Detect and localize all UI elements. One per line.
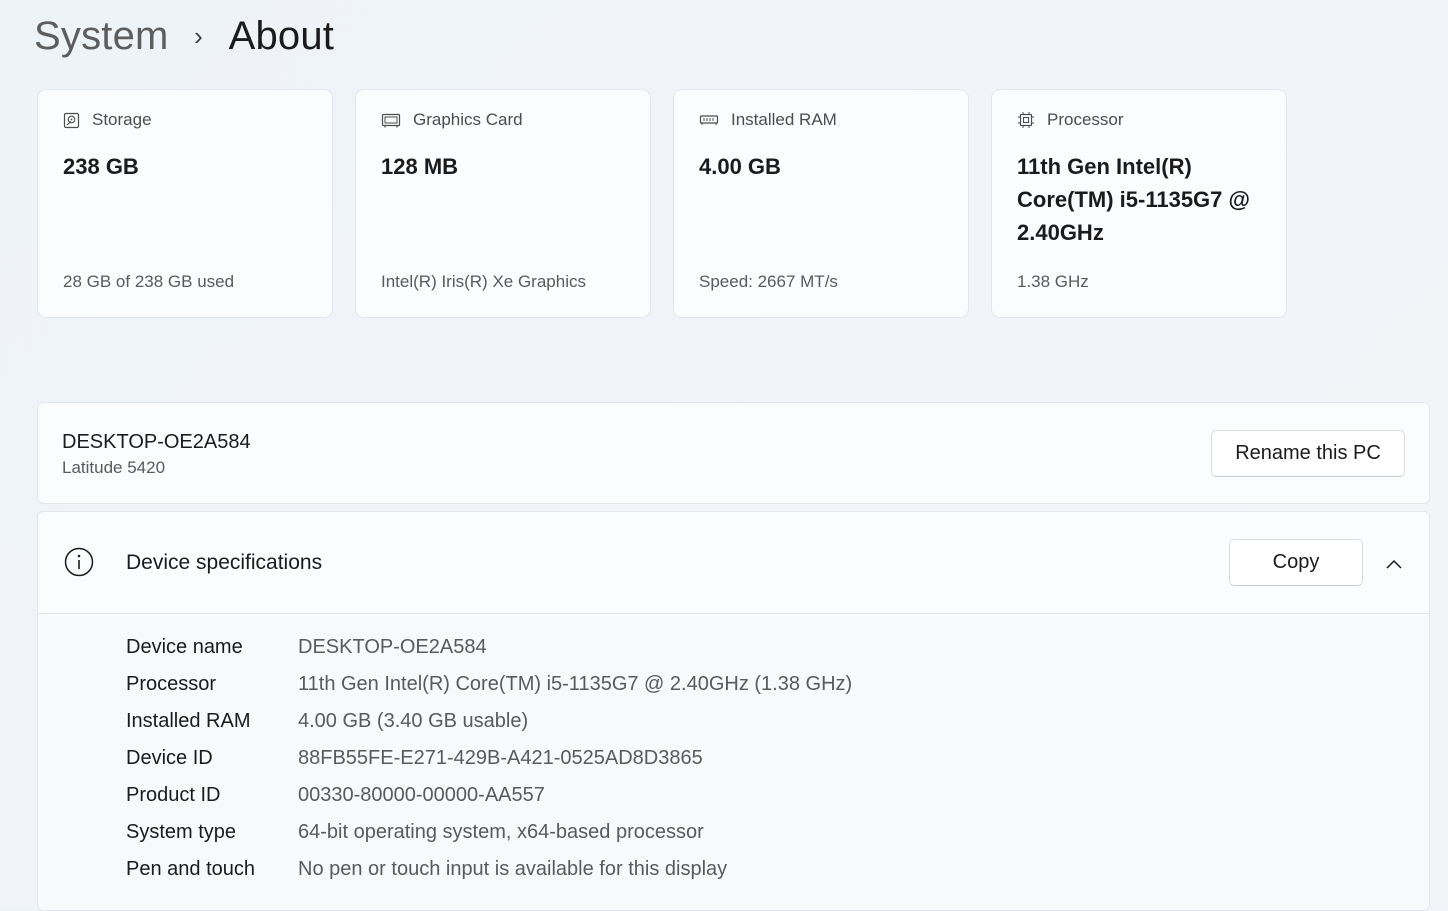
spec-label: Pen and touch <box>126 858 255 880</box>
copy-button[interactable]: Copy <box>1229 539 1363 586</box>
spec-row-device-id: Device ID 88FB55FE-E271-429B-A421-0525AD… <box>126 740 852 777</box>
spec-label: Device name <box>126 636 243 658</box>
device-name-panel: DESKTOP-OE2A584 Latitude 5420 Rename thi… <box>37 402 1430 504</box>
processor-icon <box>1018 112 1034 128</box>
breadcrumb-system-link[interactable]: System <box>34 14 169 59</box>
spec-row-processor: Processor 11th Gen Intel(R) Core(TM) i5-… <box>126 666 852 703</box>
device-specifications-header[interactable]: Device specifications Copy <box>38 512 1429 614</box>
spec-row-system-type: System type 64-bit operating system, x64… <box>126 814 852 851</box>
device-name: DESKTOP-OE2A584 <box>62 431 251 453</box>
spec-label: System type <box>126 821 237 843</box>
spec-label: Product ID <box>126 784 221 806</box>
installed-ram-sub: Speed: 2667 MT/s <box>699 272 838 291</box>
ram-icon <box>699 114 719 125</box>
spec-row-product-id: Product ID 00330-80000-00000-AA557 <box>126 777 852 814</box>
graphics-card-sub: Intel(R) Iris(R) Xe Graphics <box>381 272 586 291</box>
spec-label: Processor <box>126 673 217 695</box>
spec-value: 00330-80000-00000-AA557 <box>298 784 545 806</box>
spec-row-pen-and-touch: Pen and touch No pen or touch input is a… <box>126 851 852 888</box>
storage-icon <box>63 112 80 128</box>
rename-pc-button[interactable]: Rename this PC <box>1211 430 1405 477</box>
spec-value: No pen or touch input is available for t… <box>298 858 728 880</box>
breadcrumb-chevron-icon: › <box>194 20 203 51</box>
spec-value: 11th Gen Intel(R) Core(TM) i5-1135G7 @ 2… <box>298 673 853 695</box>
spec-label: Installed RAM <box>126 710 251 732</box>
graphics-card-icon <box>381 113 401 127</box>
processor-value: 11th Gen Intel(R) Core(TM) i5-1135G7 @ 2… <box>1017 154 1250 245</box>
graphics-card-label: Graphics Card <box>413 110 523 129</box>
page-title: About <box>228 13 335 58</box>
device-specifications-title: Device specifications <box>126 551 323 574</box>
spec-value: 88FB55FE-E271-429B-A421-0525AD8D3865 <box>298 747 703 769</box>
spec-row-installed-ram: Installed RAM 4.00 GB (3.40 GB usable) <box>126 703 852 740</box>
spec-value: 4.00 GB (3.40 GB usable) <box>298 710 529 732</box>
spec-value: DESKTOP-OE2A584 <box>298 636 487 658</box>
spec-label: Device ID <box>126 747 213 769</box>
storage-card-label: Storage <box>92 110 152 129</box>
storage-card[interactable]: Storage 238 GB 28 GB of 238 GB used <box>37 89 333 318</box>
storage-card-value: 238 GB <box>63 154 139 179</box>
processor-card[interactable]: Processor 11th Gen Intel(R) Core(TM) i5-… <box>991 89 1287 318</box>
spec-row-device-name: Device name DESKTOP-OE2A584 <box>126 629 852 666</box>
breadcrumb: System › About <box>34 10 334 62</box>
device-specifications-panel: Device specifications Copy Device name D… <box>37 511 1430 911</box>
graphics-card-value: 128 MB <box>381 154 459 179</box>
spec-list: Device name DESKTOP-OE2A584 Processor 11… <box>126 629 852 888</box>
processor-label: Processor <box>1047 110 1124 129</box>
installed-ram-card[interactable]: Installed RAM 4.00 GB Speed: 2667 MT/s <box>673 89 969 318</box>
installed-ram-value: 4.00 GB <box>699 154 781 179</box>
processor-sub: 1.38 GHz <box>1017 272 1089 291</box>
installed-ram-label: Installed RAM <box>731 110 837 129</box>
chevron-up-icon[interactable] <box>1382 552 1406 576</box>
storage-card-sub: 28 GB of 238 GB used <box>63 272 235 291</box>
info-icon <box>64 547 94 577</box>
device-model: Latitude 5420 <box>62 458 166 477</box>
spec-value: 64-bit operating system, x64-based proce… <box>298 821 704 843</box>
graphics-card-card[interactable]: Graphics Card 128 MB Intel(R) Iris(R) Xe… <box>355 89 651 318</box>
